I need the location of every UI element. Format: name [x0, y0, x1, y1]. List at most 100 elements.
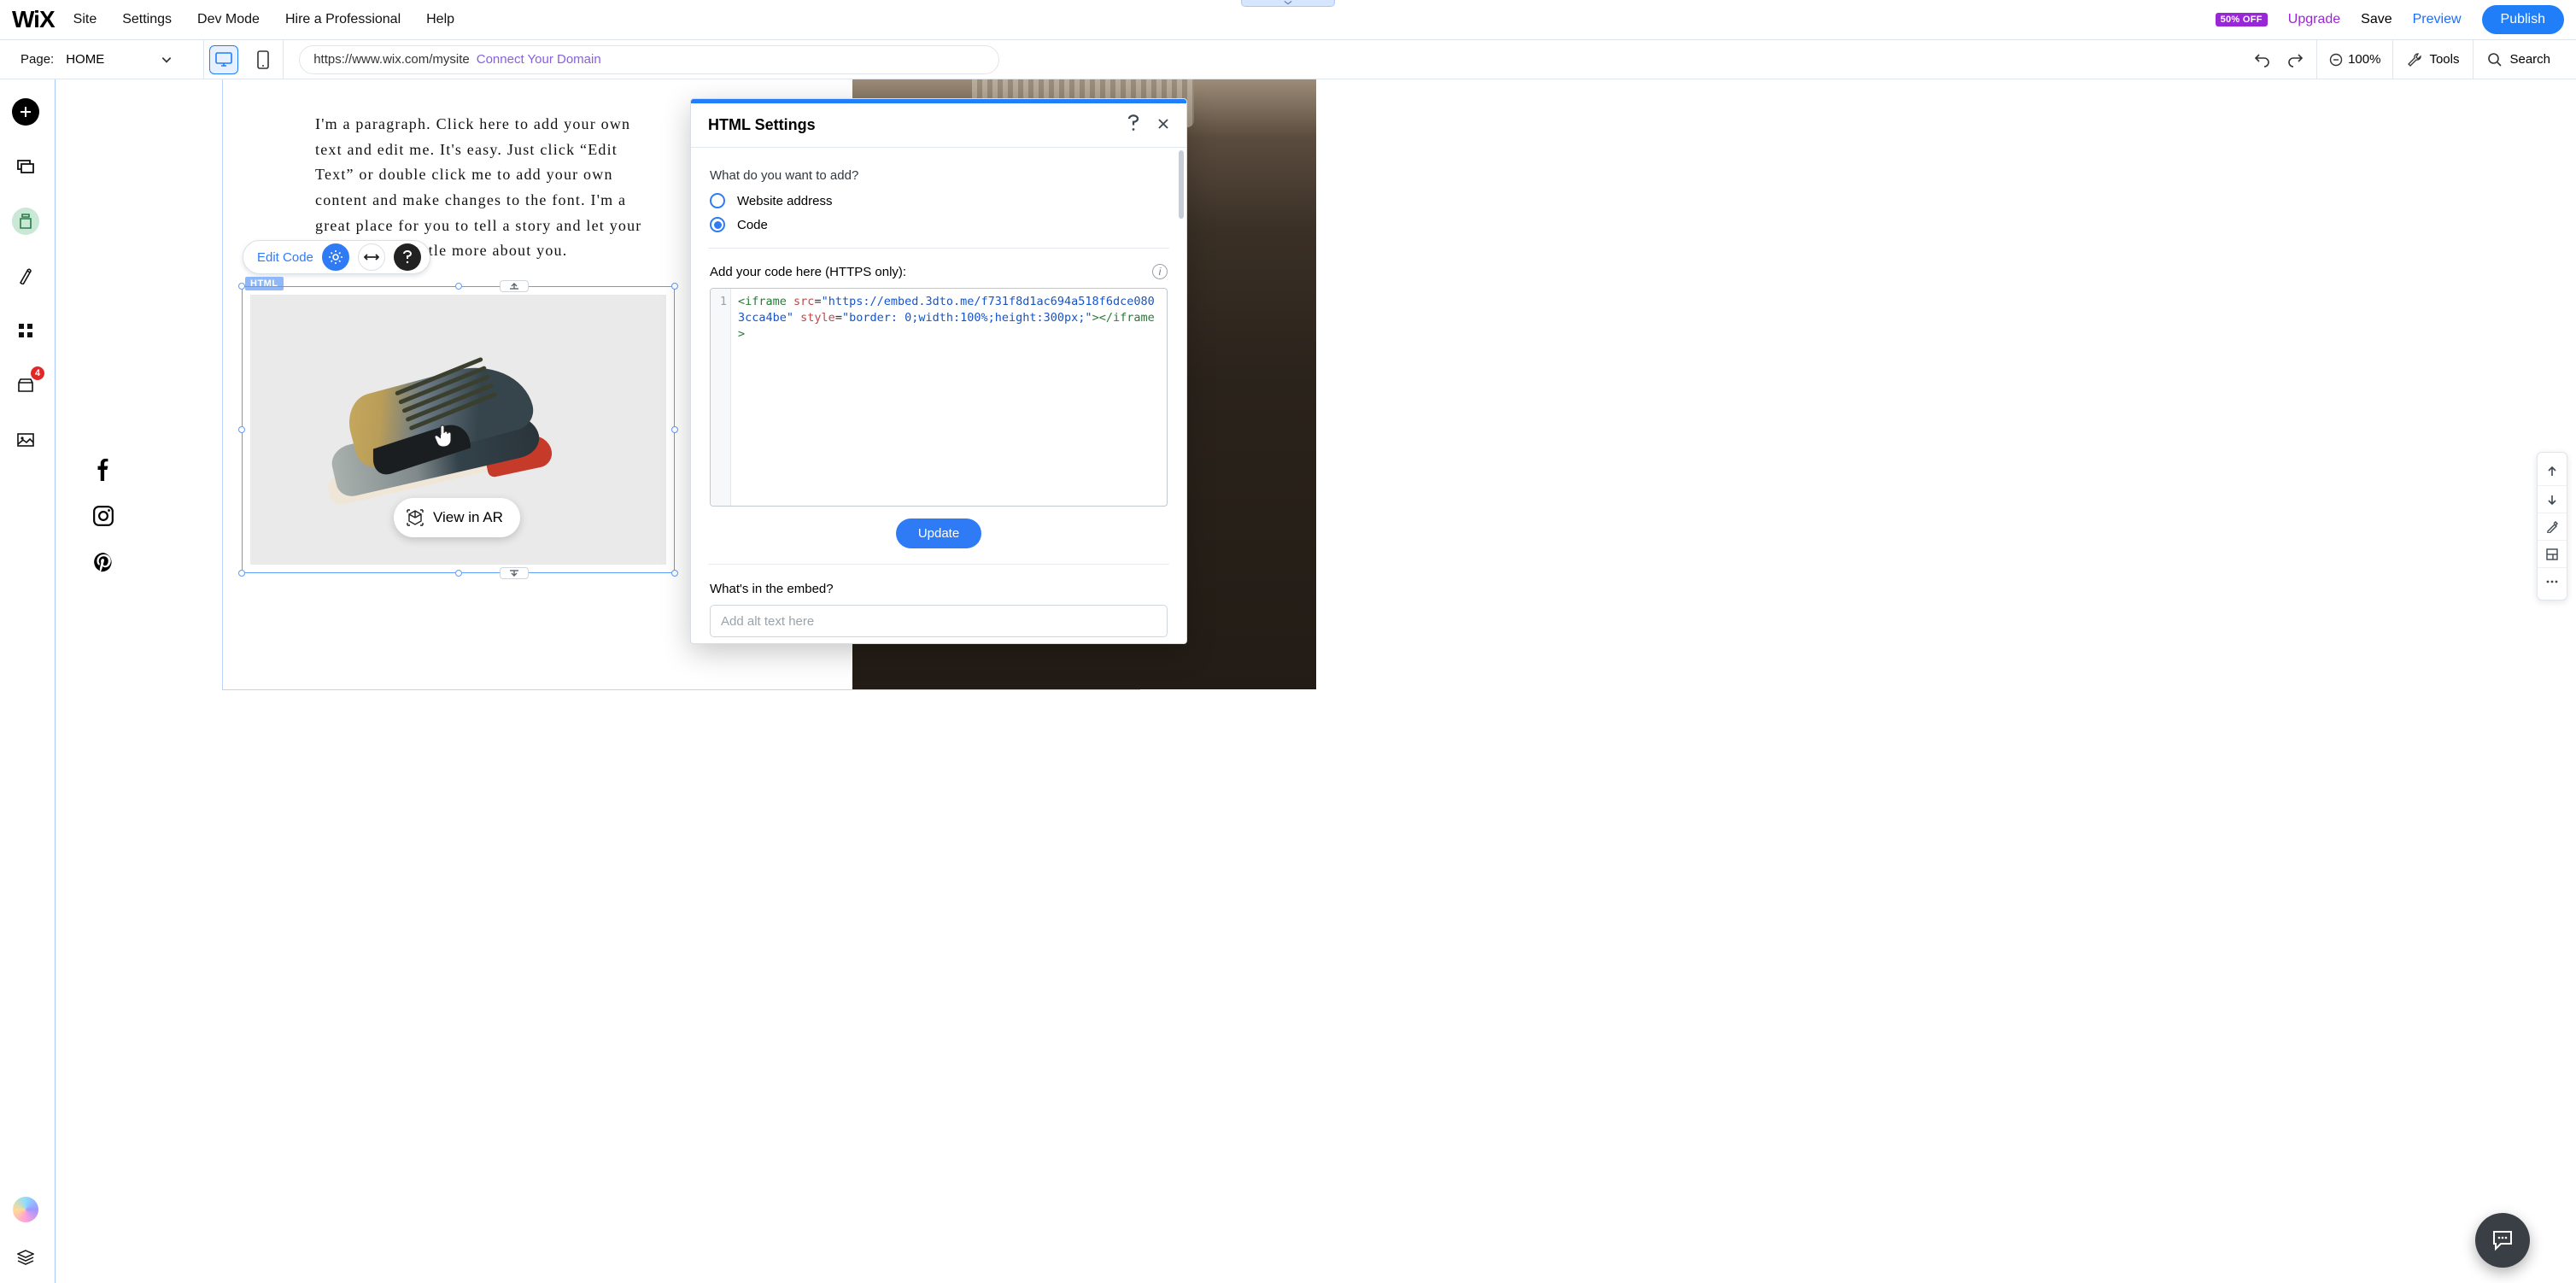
canvas[interactable]: I'm a paragraph. Click here to add your … [51, 79, 2576, 1283]
panel-body: What do you want to add? Website address… [691, 148, 1186, 643]
media-button[interactable] [12, 426, 39, 454]
close-icon [1157, 118, 1169, 130]
my-business-button[interactable]: 4 [12, 372, 39, 399]
facebook-icon[interactable] [92, 459, 114, 481]
scroll-down-button[interactable] [2538, 485, 2567, 513]
radio-code[interactable]: Code [710, 217, 1168, 232]
resize-handle[interactable] [671, 570, 678, 577]
resize-handle[interactable] [671, 283, 678, 290]
page-name[interactable]: HOME [66, 52, 104, 67]
layout-tool-button[interactable] [2538, 540, 2567, 567]
page-guide [55, 79, 56, 1283]
resize-handle[interactable] [671, 426, 678, 433]
resize-handle[interactable] [238, 283, 245, 290]
undo-button[interactable] [2245, 40, 2279, 79]
menu-devmode[interactable]: Dev Mode [197, 12, 260, 27]
panel-close-button[interactable] [1157, 116, 1169, 134]
ai-assistant-button[interactable] [12, 1196, 39, 1223]
resize-handle[interactable] [238, 426, 245, 433]
question-icon [1127, 114, 1140, 132]
edit-code-button[interactable]: Edit Code [257, 250, 313, 265]
scroll-up-button[interactable] [2538, 458, 2567, 485]
code-textarea[interactable]: <iframe src="https://embed.3dto.me/f731f… [731, 289, 1167, 506]
notification-badge: 4 [31, 366, 44, 380]
question-icon [402, 250, 413, 264]
secondbar: Page: HOME https://www.wix.com/mysite Co… [0, 40, 2576, 79]
ar-cube-icon [406, 508, 424, 527]
device-desktop[interactable] [204, 40, 243, 79]
wrench-icon [2407, 52, 2422, 67]
pinterest-icon[interactable] [92, 551, 114, 573]
dock-bottom-button[interactable] [500, 567, 529, 579]
tools-button[interactable]: Tools [2397, 52, 2469, 67]
radio-website-address[interactable]: Website address [710, 193, 1168, 208]
top-menu: Site Settings Dev Mode Hire a Profession… [73, 12, 454, 27]
publish-button[interactable]: Publish [2482, 5, 2564, 34]
page-dropdown-icon[interactable] [161, 54, 173, 66]
menu-hire[interactable]: Hire a Professional [285, 12, 401, 27]
layers-button[interactable] [12, 1244, 39, 1271]
update-button[interactable]: Update [896, 518, 981, 548]
search-label: Search [2509, 52, 2550, 67]
info-icon[interactable]: i [1152, 264, 1168, 279]
radio-label: Code [737, 218, 768, 232]
dock-top-button[interactable] [500, 280, 529, 292]
app-market-button[interactable] [12, 317, 39, 344]
tools-label: Tools [2429, 52, 2459, 67]
menu-help[interactable]: Help [426, 12, 454, 27]
chat-icon [2491, 1228, 2515, 1252]
resize-handle[interactable] [455, 283, 462, 290]
radio-icon [710, 193, 725, 208]
grab-cursor-icon [433, 423, 455, 448]
theme-button[interactable] [12, 262, 39, 290]
page-label: Page: [20, 52, 54, 67]
chat-fab[interactable] [2475, 1213, 2530, 1268]
search-button[interactable]: Search [2477, 52, 2561, 67]
edit-tool-button[interactable] [2538, 513, 2567, 540]
panel-title: HTML Settings [708, 116, 816, 134]
view-in-ar-button[interactable]: View in AR [394, 498, 520, 537]
search-icon [2487, 52, 2503, 67]
code-field-label: Add your code here (HTTPS only): [710, 265, 906, 279]
social-links [92, 459, 114, 573]
preview-button[interactable]: Preview [2413, 12, 2462, 27]
url-box[interactable]: https://www.wix.com/mysite Connect Your … [299, 45, 999, 74]
zoom-out-icon [2329, 53, 2343, 67]
menu-site[interactable]: Site [73, 12, 97, 27]
radio-label: Website address [737, 194, 832, 208]
resize-handle[interactable] [238, 570, 245, 577]
site-design-button[interactable] [12, 208, 39, 235]
menu-settings[interactable]: Settings [122, 12, 172, 27]
redo-button[interactable] [2279, 40, 2313, 79]
zoom-control[interactable]: 100% [2321, 52, 2389, 67]
embed-alt-label: What's in the embed? [710, 582, 1168, 596]
more-tools-button[interactable] [2538, 567, 2567, 595]
upgrade-link[interactable]: Upgrade [2288, 12, 2340, 27]
wix-logo[interactable]: WiX [12, 6, 55, 33]
device-switcher [203, 40, 284, 79]
topbar: WiX Site Settings Dev Mode Hire a Profes… [0, 0, 2576, 40]
pages-button[interactable] [12, 153, 39, 180]
help-button[interactable] [394, 243, 421, 271]
settings-gear-button[interactable] [322, 243, 349, 271]
code-gutter: 1 [711, 289, 731, 506]
stretch-icon [364, 252, 379, 262]
panel-help-button[interactable] [1127, 114, 1140, 136]
ai-orb-icon [13, 1197, 38, 1222]
collapse-handle[interactable] [1241, 0, 1335, 7]
add-button[interactable] [12, 98, 39, 126]
stretch-button[interactable] [358, 243, 385, 271]
question-add-type: What do you want to add? [710, 168, 1168, 183]
zoom-value: 100% [2348, 52, 2380, 67]
instagram-icon[interactable] [92, 505, 114, 527]
code-editor[interactable]: 1 <iframe src="https://embed.3dto.me/f73… [710, 288, 1168, 507]
left-rail: 4 [0, 79, 51, 1283]
product-3d-shoe[interactable] [326, 349, 557, 494]
connect-domain-link[interactable]: Connect Your Domain [477, 52, 601, 67]
alt-text-input[interactable] [710, 605, 1168, 637]
resize-handle[interactable] [455, 570, 462, 577]
save-button[interactable]: Save [2361, 12, 2392, 27]
panel-scrollbar[interactable] [1179, 150, 1184, 219]
url-text: https://www.wix.com/mysite [313, 52, 470, 67]
device-mobile[interactable] [243, 40, 283, 79]
